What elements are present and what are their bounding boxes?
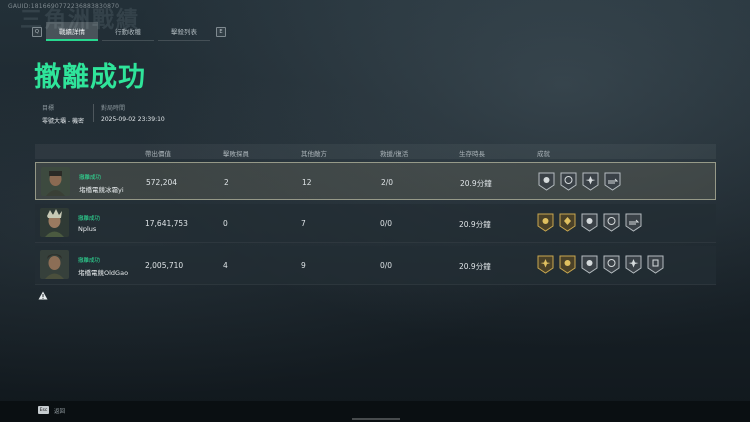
avatar xyxy=(40,208,69,237)
tab-loot[interactable]: 行動收穫 xyxy=(102,23,154,41)
rescue-value: 0/0 xyxy=(380,219,393,228)
extracted-value: 2,005,710 xyxy=(145,261,184,270)
achievement-badge-icon[interactable] xyxy=(560,172,577,191)
achievement-badge-icon[interactable] xyxy=(538,172,555,191)
achievement-badge-icon[interactable] xyxy=(603,213,620,232)
other-enemies-value: 12 xyxy=(302,178,312,187)
target-info: 目標 零號大壩 - 機密 xyxy=(42,103,84,125)
match-time-label: 對局時間 xyxy=(101,105,126,112)
warning-icon[interactable] xyxy=(38,291,48,300)
player-name: 堵橋電競冰霜yi xyxy=(79,186,124,194)
result-title: 撤離成功 xyxy=(34,62,146,93)
player-name: Nplus xyxy=(78,225,97,233)
avatar xyxy=(40,250,69,279)
achievement-badge-icon[interactable] xyxy=(581,255,598,274)
target-value: 零號大壩 - 機密 xyxy=(42,118,84,125)
table-row[interactable]: 撤離成功 堵橋電競OldGao 2,005,710 4 9 0/0 20.9分鐘 xyxy=(35,246,716,285)
tab-prev-key-hint[interactable]: Q xyxy=(32,26,42,37)
achievement-badge-icon[interactable] xyxy=(537,213,554,232)
column-rescue: 救援/復活 xyxy=(380,150,409,158)
table-header: 帶出價值 擊敗探員 其他敵方 救援/復活 生存時長 成就 xyxy=(35,144,716,159)
player-status: 撤離成功 xyxy=(78,258,101,264)
achievement-badge-icon[interactable] xyxy=(559,213,576,232)
survival-value: 20.9分鐘 xyxy=(459,262,491,271)
column-other-enemies: 其他敵方 xyxy=(301,150,327,158)
column-kills: 擊敗探員 xyxy=(223,150,249,158)
meta-divider xyxy=(93,104,94,122)
esc-key-hint[interactable]: Esc xyxy=(38,406,49,414)
rescue-value: 0/0 xyxy=(380,261,393,270)
other-enemies-value: 7 xyxy=(301,219,306,228)
match-time-info: 對局時間 2025-09-02 23:39:10 xyxy=(101,103,165,123)
player-name: 堵橋電競OldGao xyxy=(78,269,129,277)
other-enemies-value: 9 xyxy=(301,261,306,270)
tab-bar: Q 戰績詳情 行動收穫 擊殺列表 E xyxy=(32,22,226,41)
match-time-value: 2025-09-02 23:39:10 xyxy=(101,116,165,123)
achievement-badges xyxy=(537,255,669,274)
kills-value: 2 xyxy=(224,178,229,187)
extracted-value: 17,641,753 xyxy=(145,219,188,228)
back-label[interactable]: 返回 xyxy=(54,407,65,415)
column-value: 帶出價值 xyxy=(145,150,171,158)
target-label: 目標 xyxy=(42,105,55,112)
achievement-badges xyxy=(538,172,626,191)
column-achievements: 成就 xyxy=(537,150,550,158)
extracted-value: 572,204 xyxy=(146,178,178,187)
table-row[interactable]: 撤離成功 Nplus 17,641,753 0 7 0/0 20.9分鐘 xyxy=(35,204,716,243)
avatar xyxy=(41,167,70,196)
achievement-badge-icon[interactable] xyxy=(604,172,621,191)
achievement-badge-icon[interactable] xyxy=(647,255,664,274)
kills-value: 4 xyxy=(223,261,228,270)
survival-value: 20.9分鐘 xyxy=(460,179,492,188)
scroll-indicator xyxy=(352,418,400,420)
tab-next-key-hint[interactable]: E xyxy=(216,26,226,37)
player-status: 撤離成功 xyxy=(78,216,101,222)
tab-kill-list[interactable]: 擊殺列表 xyxy=(158,23,210,41)
achievement-badge-icon[interactable] xyxy=(582,172,599,191)
table-row[interactable]: 撤離成功 堵橋電競冰霜yi 572,204 2 12 2/0 20.9分鐘 xyxy=(35,162,716,200)
player-status: 撤離成功 xyxy=(79,175,102,181)
rescue-value: 2/0 xyxy=(381,178,394,187)
achievement-badges xyxy=(537,213,647,232)
achievement-badge-icon[interactable] xyxy=(625,213,642,232)
tab-battle-details[interactable]: 戰績詳情 xyxy=(46,22,98,41)
achievement-badge-icon[interactable] xyxy=(581,213,598,232)
survival-value: 20.9分鐘 xyxy=(459,220,491,229)
kills-value: 0 xyxy=(223,219,228,228)
achievement-badge-icon[interactable] xyxy=(603,255,620,274)
column-survival: 生存時長 xyxy=(459,150,485,158)
achievement-badge-icon[interactable] xyxy=(559,255,576,274)
achievement-badge-icon[interactable] xyxy=(625,255,642,274)
achievement-badge-icon[interactable] xyxy=(537,255,554,274)
